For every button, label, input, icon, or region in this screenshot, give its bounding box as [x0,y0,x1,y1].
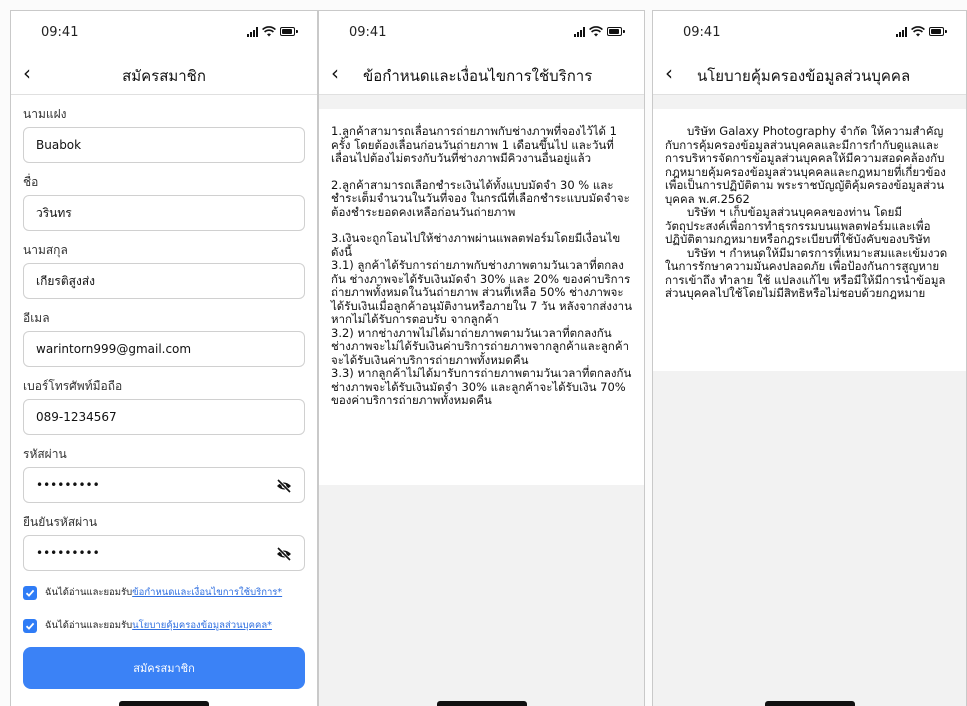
terms-checkbox[interactable] [23,585,37,600]
nickname-label: นามแฝง [23,107,67,121]
page-title: นโยบายคุ้มครองข้อมูลส่วนบุคคล [697,67,911,85]
status-bar: 09:41 [653,11,966,55]
signup-header: ‹ สมัครสมาชิก [11,55,317,95]
terms-link[interactable]: ข้อกำหนดและเงื่อนไขการใช้บริการ* [132,587,282,598]
page-title: ข้อกำหนดและเงื่อนไขการใช้บริการ [363,67,593,85]
home-indicator [764,701,855,706]
phone-field[interactable]: 089-1234567 [23,399,305,435]
last-name-field[interactable]: เกียรติสูงส่ง [23,263,305,299]
wifi-icon [589,26,603,37]
privacy-paragraph-2: บริษัท ฯ เก็บข้อมูลส่วนบุคคลของท่าน โดยม… [665,205,931,246]
privacy-consent-text: ฉันได้อ่านและยอมรับนโยบายคุ้มครองข้อมูลส… [45,618,272,633]
privacy-link[interactable]: นโยบายคุ้มครองข้อมูลส่วนบุคคล* [132,620,272,631]
home-indicator [436,701,527,706]
nickname-value: Buabok [36,138,82,152]
privacy-header: ‹ นโยบายคุ้มครองข้อมูลส่วนบุคคล [653,55,966,95]
signup-form: นามแฝง Buabok ชื่อ วรินทร นามสกุล เกียรต… [11,105,317,689]
privacy-paragraph-3: บริษัท ฯ กำหนดให้มีมาตรการที่เหมาะสมและเ… [665,245,948,300]
terms-content: 1.ลูกค้าสามารถเลื่อนการถ่ายภาพกับช่างภาพ… [319,109,644,485]
eye-off-icon[interactable] [276,547,292,561]
signal-icon [896,26,907,37]
terms-consent-row: ฉันได้อ่านและยอมรับข้อกำหนดและเงื่อนไขกา… [23,585,305,600]
page-title: สมัครสมาชิก [122,67,206,85]
privacy-consent-row: ฉันได้อ่านและยอมรับนโยบายคุ้มครองข้อมูลส… [23,618,305,633]
terms-consent-prefix: ฉันได้อ่านและยอมรับ [45,587,133,598]
status-icons [896,26,947,37]
privacy-screen: 09:41 ‹ นโยบายคุ้มครองข้อมูลส่วนบุคคล บร… [652,10,967,706]
first-name-label: ชื่อ [23,175,39,189]
battery-icon [280,27,298,36]
wifi-icon [911,26,925,37]
back-arrow-icon[interactable]: ‹ [331,61,339,85]
terms-consent-text: ฉันได้อ่านและยอมรับข้อกำหนดและเงื่อนไขกา… [45,585,282,600]
check-icon [25,622,35,630]
last-name-label: นามสกุล [23,243,68,257]
terms-paragraph-1: 1.ลูกค้าสามารถเลื่อนการถ่ายภาพกับช่างภาพ… [331,124,617,165]
status-time: 09:41 [41,25,79,40]
status-icons [574,26,625,37]
terms-paragraph-3-3: 3.3) หากลูกค้าไม่ได้มารับการถ่ายภาพตามวั… [331,366,632,407]
check-icon [25,589,35,597]
home-indicator [119,701,209,706]
eye-off-icon[interactable] [276,479,292,493]
screens-canvas: 09:41 ‹ สมัครสมาชิก นามแฝง Buabok ชื่อ ว… [0,0,967,706]
status-time: 09:41 [683,25,721,40]
privacy-consent-prefix: ฉันได้อ่านและยอมรับ [45,620,133,631]
status-icons [247,26,298,37]
terms-screen: 09:41 ‹ ข้อกำหนดและเงื่อนไขการใช้บริการ … [318,10,645,706]
signup-submit-button[interactable]: สมัครสมาชิก [23,647,305,689]
first-name-value: วรินทร [36,205,72,220]
signup-screen: 09:41 ‹ สมัครสมาชิก นามแฝง Buabok ชื่อ ว… [10,10,318,706]
signal-icon [247,26,258,37]
password-label: รหัสผ่าน [23,447,67,461]
phone-label: เบอร์โทรศัพท์มือถือ [23,379,123,393]
password-value: ••••••••• [36,478,100,492]
privacy-content: บริษัท Galaxy Photography จำกัด ให้ความส… [653,109,966,371]
terms-paragraph-3-2: 3.2) หากช่างภาพไม่ได้มาถ่ายภาพตามวันเวลา… [331,325,630,367]
first-name-field[interactable]: วรินทร [23,195,305,231]
confirm-password-value: ••••••••• [36,546,100,560]
signal-icon [574,26,585,37]
terms-header: ‹ ข้อกำหนดและเงื่อนไขการใช้บริการ [319,55,644,95]
battery-icon [929,27,947,36]
privacy-paragraph-1: บริษัท Galaxy Photography จำกัด ให้ความส… [665,124,946,206]
email-field[interactable]: warintorn999@gmail.com [23,331,305,367]
battery-icon [607,27,625,36]
status-time: 09:41 [349,25,387,40]
privacy-checkbox[interactable] [23,618,37,633]
confirm-password-label: ยืนยันรหัสผ่าน [23,515,98,529]
status-bar: 09:41 [319,11,644,55]
nickname-field[interactable]: Buabok [23,127,305,163]
confirm-password-field[interactable]: ••••••••• [23,535,305,571]
last-name-value: เกียรติสูงส่ง [36,273,96,288]
password-field[interactable]: ••••••••• [23,467,305,503]
email-label: อีเมล [23,311,50,325]
phone-value: 089-1234567 [36,410,117,424]
terms-paragraph-3-1: 3.1) ลูกค้าได้รับการถ่ายภาพกับช่างภาพตาม… [331,258,632,326]
back-arrow-icon[interactable]: ‹ [665,61,673,85]
email-value: warintorn999@gmail.com [36,342,192,356]
terms-paragraph-2: 2.ลูกค้าสามารถเลือกชำระเงินได้ทั้งแบบมัด… [331,177,630,219]
status-bar: 09:41 [11,11,317,55]
terms-paragraph-3: 3.เงินจะถูกโอนไปให้ช่างภาพผ่านแพลตฟอร์มโ… [331,231,621,259]
wifi-icon [262,26,276,37]
